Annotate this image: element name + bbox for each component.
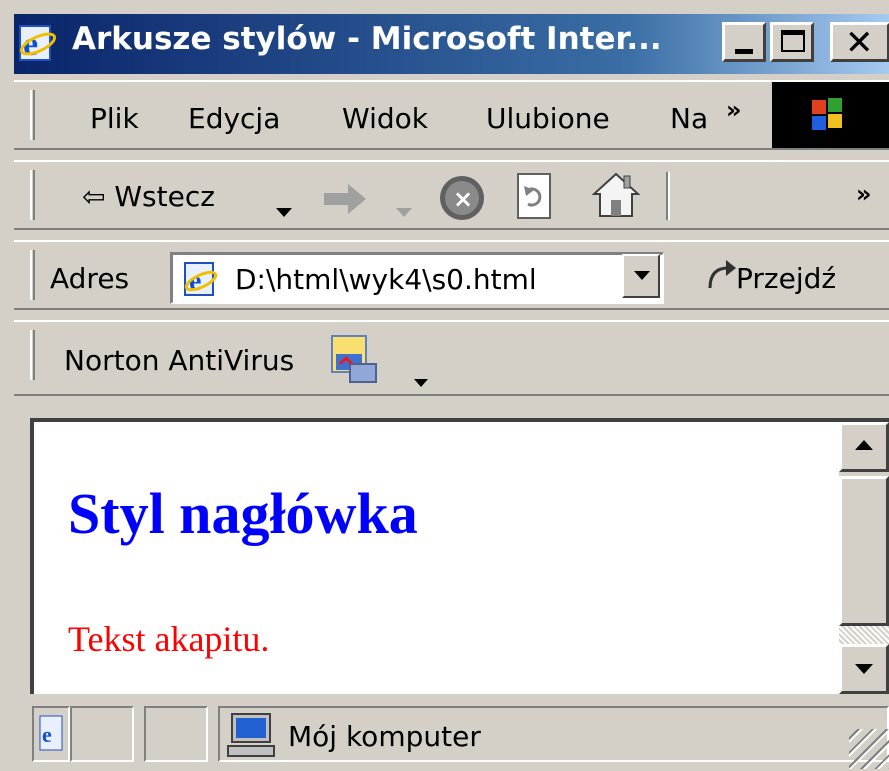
menu-view[interactable]: Widok [342,102,428,135]
menu-edit[interactable]: Edycja [188,102,280,135]
window-title: Arkusze stylów - Microsoft Inter... [72,21,662,57]
content-area: Styl nagłówka Tekst akapitu. [30,418,889,694]
vertical-scrollbar[interactable] [839,422,889,694]
status-pane-security [144,706,208,762]
computer-icon [226,710,276,764]
norton-toolbar: Norton AntiVirus [14,320,889,396]
address-dropdown-button[interactable] [622,254,660,298]
scroll-track[interactable] [839,626,889,644]
forward-arrow-icon[interactable] [324,184,368,221]
arrow-down-icon [855,664,873,674]
title-bar[interactable]: e Arkusze stylów - Microsoft Inter... ✕ [14,14,889,74]
page-heading: Styl nagłówka [68,481,418,546]
norton-dropdown-icon[interactable] [414,362,428,395]
standard-toolbar: ⇦ Wstecz × » [14,160,889,230]
go-button[interactable]: Przejdź [704,256,836,299]
status-pane-icon: e [32,706,70,762]
status-pane-progress [70,706,134,762]
status-bar: e Mój komputer [14,700,889,771]
chevron-down-icon [634,271,650,280]
ie-window: e Arkusze stylów - Microsoft Inter... ✕ … [0,0,889,771]
arrow-up-icon [855,440,873,450]
toolbar-grip[interactable] [30,170,35,220]
maximize-icon [781,30,805,52]
scroll-up-button[interactable] [839,422,889,472]
status-zone-text: Mój komputer [288,720,481,753]
menu-file[interactable]: Plik [90,102,139,135]
address-bar: Adres e D:\html\wyk4\s0.html Przejdź [14,240,889,310]
toolbar-separator [666,172,670,220]
page-paragraph: Tekst akapitu. [68,619,270,659]
svg-text:e: e [42,722,52,747]
page-icon: e [181,261,221,303]
go-label: Przejdź [736,262,837,295]
windows-logo [772,82,889,148]
minimize-icon [735,49,753,54]
address-label: Adres [50,262,130,295]
page-loading-icon: e [39,715,63,751]
forward-dropdown-icon[interactable] [396,192,412,225]
toolbar-grip[interactable] [30,250,35,300]
minimize-button[interactable] [722,22,766,62]
address-value: D:\html\wyk4\s0.html [235,263,537,296]
menu-bar: Plik Edycja Widok Ulubione Na » [14,80,889,150]
svg-text:×: × [453,185,473,213]
go-arrow-icon [704,260,738,299]
stop-icon[interactable]: × [438,174,486,229]
address-input[interactable]: e D:\html\wyk4\s0.html [170,252,664,304]
toolbar-grip[interactable] [30,330,35,380]
toolbar-more-chevron[interactable]: » [856,180,872,208]
back-dropdown-icon[interactable] [276,192,292,225]
back-arrow-icon: ⇦ [82,180,106,213]
scroll-down-button[interactable] [839,644,889,694]
close-icon: ✕ [845,23,874,63]
back-label: Wstecz [114,180,215,213]
refresh-icon[interactable] [514,172,556,229]
menu-favorites[interactable]: Ulubione [486,102,610,135]
close-button[interactable]: ✕ [830,22,889,63]
menu-more-chevron[interactable]: » [726,96,742,124]
menu-tools[interactable]: Na [670,102,708,135]
maximize-button[interactable] [770,22,814,62]
scroll-thumb[interactable] [839,476,889,626]
home-icon[interactable] [591,170,641,227]
toolbar-grip[interactable] [30,90,35,140]
back-button[interactable]: ⇦ Wstecz [82,180,215,213]
resize-grip[interactable] [849,729,889,769]
internet-explorer-icon: e [18,22,58,64]
norton-label[interactable]: Norton AntiVirus [64,344,294,377]
norton-antivirus-icon[interactable] [330,334,378,391]
